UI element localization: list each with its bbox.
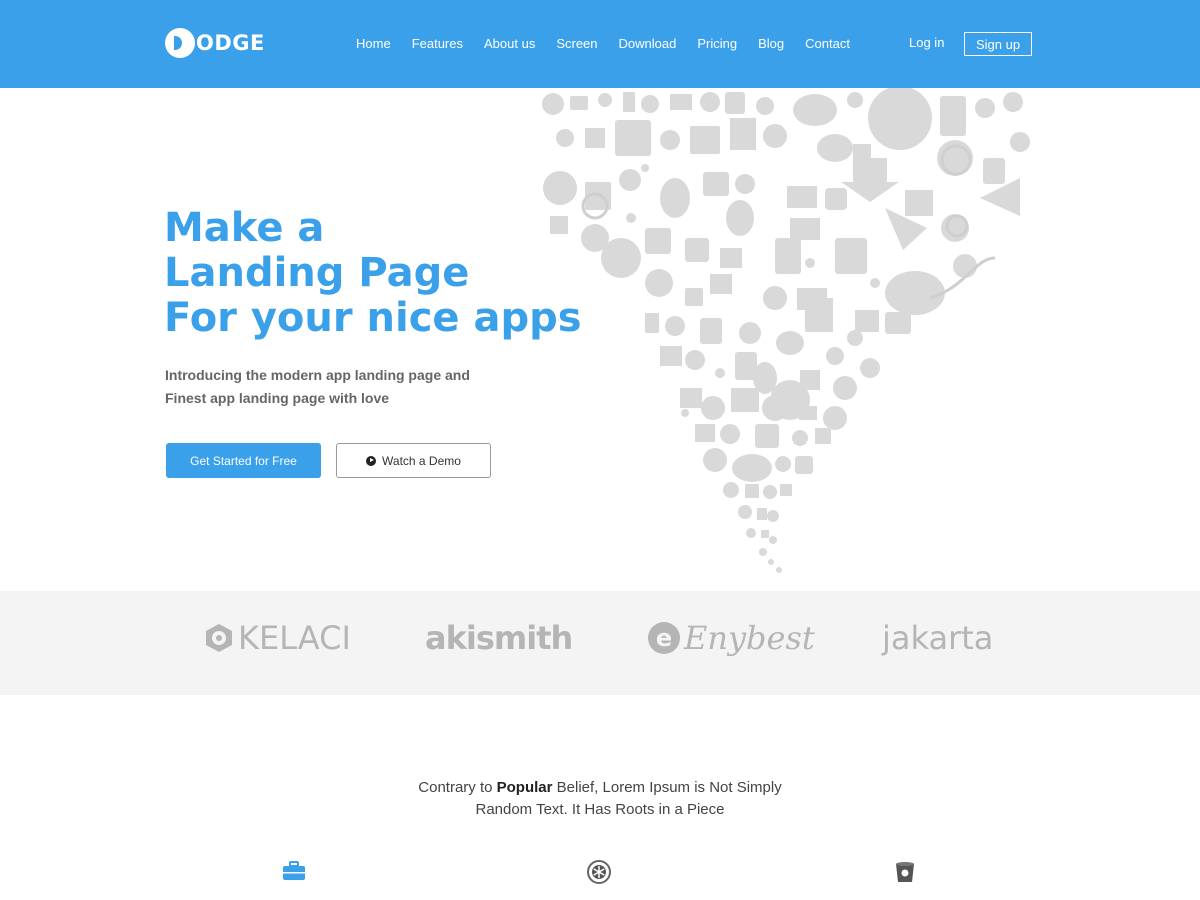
hero-subtitle-line: Finest app landing page with love	[165, 390, 390, 406]
hero-title-line: Make a	[164, 205, 325, 251]
main-nav: Home Features About us Screen Download P…	[356, 36, 871, 51]
icon-tornado-illustration	[542, 88, 1030, 573]
text-span: Contrary to	[418, 779, 497, 796]
brand-logo-enybest: e Enybest	[648, 619, 815, 657]
nav-home[interactable]: Home	[356, 36, 391, 51]
nav-features[interactable]: Features	[412, 36, 463, 51]
nav-contact[interactable]: Contact	[805, 36, 850, 51]
top-nav-bar: ODGE Home Features About us Screen Downl…	[0, 0, 1200, 88]
brand-logos-strip: KELACI akismith e Enybest jakarta	[0, 591, 1200, 695]
nav-download[interactable]: Download	[619, 36, 677, 51]
hero-title-line: For your nice apps	[164, 295, 582, 341]
brand-name: jakarta	[882, 619, 994, 657]
hero-subtitle: Introducing the modern app landing page …	[165, 364, 470, 410]
hero-title: Make a Landing Page For your nice apps	[164, 206, 582, 341]
briefcase-icon	[283, 861, 305, 880]
logo-mark-icon	[165, 28, 195, 58]
nav-pricing[interactable]: Pricing	[697, 36, 737, 51]
get-started-button[interactable]: Get Started for Free	[166, 443, 321, 478]
hexagon-swirl-icon	[206, 624, 232, 652]
brand-name: KELACI	[238, 619, 351, 657]
emphasis-text: Popular	[496, 779, 553, 796]
section-intro-text: Contrary to Popular Belief, Lorem Ipsum …	[0, 777, 1200, 821]
nav-screen[interactable]: Screen	[556, 36, 597, 51]
watch-demo-button[interactable]: Watch a Demo	[336, 443, 491, 478]
signup-button[interactable]: Sign up	[964, 32, 1032, 56]
logo[interactable]: ODGE	[165, 28, 265, 58]
logo-text: ODGE	[196, 31, 265, 55]
bucket-icon	[896, 862, 914, 882]
text-span: Belief, Lorem Ipsum is Not Simply	[552, 779, 782, 796]
watch-demo-label: Watch a Demo	[382, 453, 461, 468]
section-intro-line: Contrary to Popular Belief, Lorem Ipsum …	[0, 777, 1200, 799]
brand-logo-kelaci: KELACI	[204, 619, 351, 657]
brand-logo-akismith: akismith	[425, 619, 573, 657]
asterisk-badge-icon	[587, 860, 611, 884]
hero-title-line: Landing Page	[164, 250, 470, 296]
brand-name: Enybest	[684, 619, 815, 657]
nav-blog[interactable]: Blog	[758, 36, 784, 51]
login-link[interactable]: Log in	[909, 35, 944, 50]
nav-about-us[interactable]: About us	[484, 36, 535, 51]
section-intro-line: Random Text. It Has Roots in a Piece	[475, 801, 725, 818]
play-circle-icon	[366, 455, 377, 466]
e-badge-icon: e	[648, 622, 680, 654]
brand-name: akismith	[425, 619, 573, 657]
brand-logo-jakarta: jakarta	[882, 619, 993, 657]
hero-subtitle-line: Introducing the modern app landing page …	[165, 367, 470, 383]
